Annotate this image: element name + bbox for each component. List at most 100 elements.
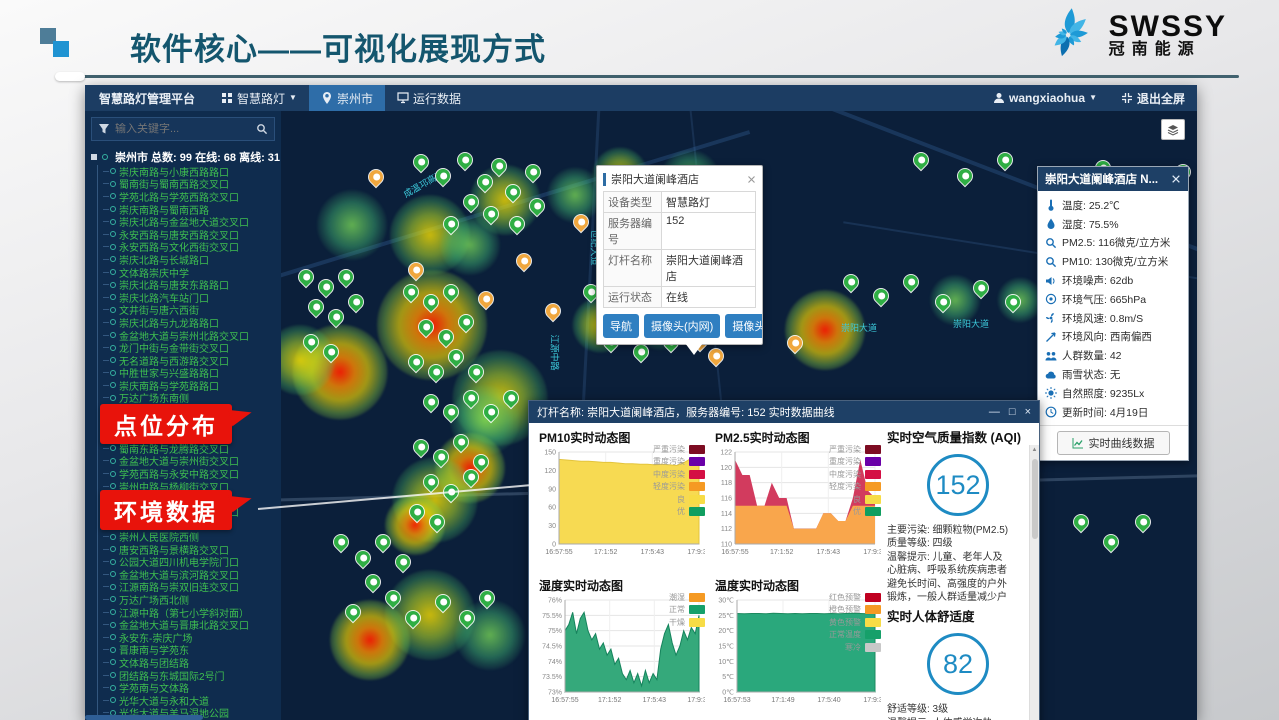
online-marker-pin[interactable] [455,150,475,170]
tree-root-node[interactable]: 崇州市 总数: 99 在线: 68 离线: 31 [91,149,281,165]
user-menu[interactable]: wangxiaohua ▼ [981,91,1109,105]
camera-internal-button[interactable]: 摄像头(内网) [644,314,720,338]
camera-external-button[interactable]: 摄像头(外网) [725,314,762,338]
online-marker-pin[interactable] [411,437,431,457]
online-marker-pin[interactable] [466,362,486,382]
offline-marker-pin[interactable] [406,260,426,280]
offline-marker-pin[interactable] [514,251,534,271]
online-marker-pin[interactable] [321,342,341,362]
online-marker-pin[interactable] [343,602,363,622]
online-marker-pin[interactable] [403,608,423,628]
online-marker-pin[interactable] [433,592,453,612]
offline-marker-pin[interactable] [785,333,805,353]
realtime-curve-button[interactable]: 实时曲线数据 [1057,431,1170,455]
close-icon[interactable] [1171,174,1181,184]
online-marker-pin[interactable] [433,166,453,186]
online-marker-pin[interactable] [523,162,543,182]
online-marker-pin[interactable] [456,312,476,332]
online-marker-pin[interactable] [631,342,651,362]
close-icon[interactable] [747,175,756,184]
online-marker-pin[interactable] [955,166,975,186]
online-marker-pin[interactable] [416,317,436,337]
online-marker-pin[interactable] [441,282,461,302]
online-marker-pin[interactable] [1133,512,1153,532]
restore-button[interactable]: □ [1009,407,1016,418]
online-marker-pin[interactable] [503,182,523,202]
offline-marker-pin[interactable] [706,346,726,366]
online-marker-pin[interactable] [1101,532,1121,552]
search-icon[interactable] [256,123,268,135]
online-marker-pin[interactable] [481,402,501,422]
online-marker-pin[interactable] [336,267,356,287]
online-marker-pin[interactable] [527,196,547,216]
offline-marker-pin[interactable] [476,289,496,309]
online-marker-pin[interactable] [481,204,501,224]
online-marker-pin[interactable] [446,347,466,367]
online-marker-pin[interactable] [841,272,861,292]
online-marker-pin[interactable] [471,452,491,472]
online-marker-pin[interactable] [461,467,481,487]
online-marker-pin[interactable] [296,267,316,287]
online-marker-pin[interactable] [507,214,527,234]
online-marker-pin[interactable] [1071,512,1091,532]
online-marker-pin[interactable] [353,548,373,568]
online-marker-pin[interactable] [501,388,521,408]
online-marker-pin[interactable] [301,332,321,352]
online-marker-pin[interactable] [407,502,427,522]
online-marker-pin[interactable] [451,432,471,452]
online-marker-pin[interactable] [427,512,447,532]
online-marker-pin[interactable] [406,352,426,372]
online-marker-pin[interactable] [436,327,456,347]
scroll-up-icon[interactable]: ▲ [1030,447,1039,453]
online-marker-pin[interactable] [316,277,336,297]
nav-item-lamps[interactable]: 智慧路灯 ▼ [209,85,309,111]
online-marker-pin[interactable] [421,392,441,412]
online-marker-pin[interactable] [871,286,891,306]
online-marker-pin[interactable] [441,402,461,422]
online-marker-pin[interactable] [383,588,403,608]
online-marker-pin[interactable] [306,297,326,317]
exit-fullscreen-button[interactable]: 退出全屏 [1109,90,1197,107]
scrollbar[interactable]: ▲ ▼ [1029,445,1039,720]
online-marker-pin[interactable] [475,172,495,192]
scrollbar-thumb[interactable] [1032,459,1038,539]
online-marker-pin[interactable] [995,150,1015,170]
online-marker-pin[interactable] [971,278,991,298]
sidebar-tree-item[interactable]: 光华大道与羊马湿地公园 [103,707,281,720]
online-marker-pin[interactable] [363,572,383,592]
online-marker-pin[interactable] [441,214,461,234]
offline-marker-pin[interactable] [366,167,386,187]
table-row: 设备类型智慧路灯 [604,192,756,213]
online-marker-pin[interactable] [426,362,446,382]
online-marker-pin[interactable] [421,292,441,312]
online-marker-pin[interactable] [461,192,481,212]
online-marker-pin[interactable] [346,292,366,312]
online-marker-pin[interactable] [393,552,413,572]
online-marker-pin[interactable] [489,156,509,176]
online-marker-pin[interactable] [421,472,441,492]
online-marker-pin[interactable] [373,532,393,552]
close-button[interactable]: × [1025,407,1031,418]
offline-marker-pin[interactable] [571,212,591,232]
online-marker-pin[interactable] [461,388,481,408]
navigate-button[interactable]: 导航 [603,314,639,338]
nav-item-running-data[interactable]: 运行数据 [385,85,473,111]
search-input[interactable] [115,123,251,135]
svg-text:110: 110 [721,542,732,549]
online-marker-pin[interactable] [477,588,497,608]
online-marker-pin[interactable] [411,152,431,172]
online-marker-pin[interactable] [933,292,953,312]
online-marker-pin[interactable] [1003,292,1023,312]
offline-marker-pin[interactable] [543,301,563,321]
online-marker-pin[interactable] [911,150,931,170]
nav-item-city[interactable]: 崇州市 [309,85,385,111]
minimize-button[interactable]: — [989,407,1000,418]
online-marker-pin[interactable] [331,532,351,552]
online-marker-pin[interactable] [401,282,421,302]
map-layers-button[interactable] [1161,119,1185,140]
online-marker-pin[interactable] [326,307,346,327]
collapse-icon[interactable] [91,154,97,160]
online-marker-pin[interactable] [901,272,921,292]
online-marker-pin[interactable] [431,447,451,467]
online-marker-pin[interactable] [457,608,477,628]
